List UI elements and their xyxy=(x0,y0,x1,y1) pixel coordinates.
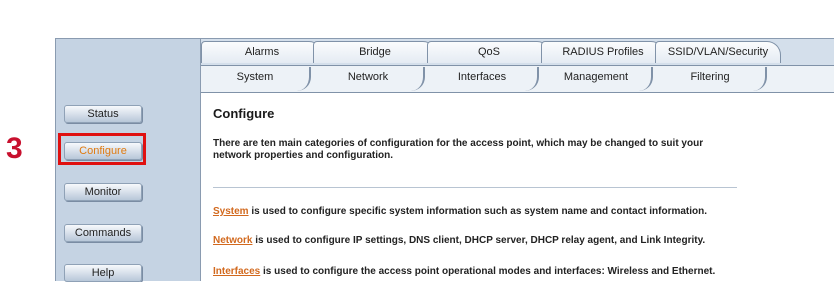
tab-interfaces[interactable]: Interfaces xyxy=(427,67,539,91)
tab-alarms[interactable]: Alarms xyxy=(201,41,323,63)
tab-qos[interactable]: QoS xyxy=(427,41,551,63)
tab-ssid-vlan-security[interactable]: SSID/VLAN/Security xyxy=(655,41,781,63)
interfaces-link[interactable]: Interfaces xyxy=(213,266,260,277)
network-description: Network is used to configure IP settings… xyxy=(213,235,705,246)
tab-strip: Alarms Bridge QoS RADIUS Profiles SSID/V… xyxy=(201,39,834,93)
tab-filtering[interactable]: Filtering xyxy=(655,67,767,91)
tab-management[interactable]: Management xyxy=(541,67,653,91)
help-button[interactable]: Help xyxy=(64,264,142,282)
commands-button[interactable]: Commands xyxy=(64,224,142,242)
status-button[interactable]: Status xyxy=(64,105,142,123)
page-title: Configure xyxy=(213,106,275,121)
interfaces-description: Interfaces is used to configure the acce… xyxy=(213,266,715,277)
app-frame: Status Configure Monitor Commands Help A… xyxy=(55,38,834,282)
tab-network[interactable]: Network xyxy=(313,67,425,91)
system-link[interactable]: System xyxy=(213,206,249,217)
network-link[interactable]: Network xyxy=(213,235,252,246)
sidebar: Status Configure Monitor Commands Help xyxy=(56,39,201,282)
system-description: System is used to configure specific sys… xyxy=(213,206,707,217)
configure-highlight-box xyxy=(58,133,146,165)
tab-bridge[interactable]: Bridge xyxy=(313,41,437,63)
tab-system[interactable]: System xyxy=(201,67,311,91)
step-number-callout: 3 xyxy=(6,132,23,165)
divider xyxy=(213,187,737,188)
content-area: Configure There are ten main categories … xyxy=(201,93,834,281)
network-description-text: is used to configure IP settings, DNS cl… xyxy=(252,235,706,246)
monitor-button[interactable]: Monitor xyxy=(64,183,142,201)
intro-text: There are ten main categories of configu… xyxy=(213,138,704,161)
system-description-text: is used to configure specific system inf… xyxy=(248,206,708,217)
interfaces-description-text: is used to configure the access point op… xyxy=(260,266,716,277)
tab-radius-profiles[interactable]: RADIUS Profiles xyxy=(541,41,665,63)
